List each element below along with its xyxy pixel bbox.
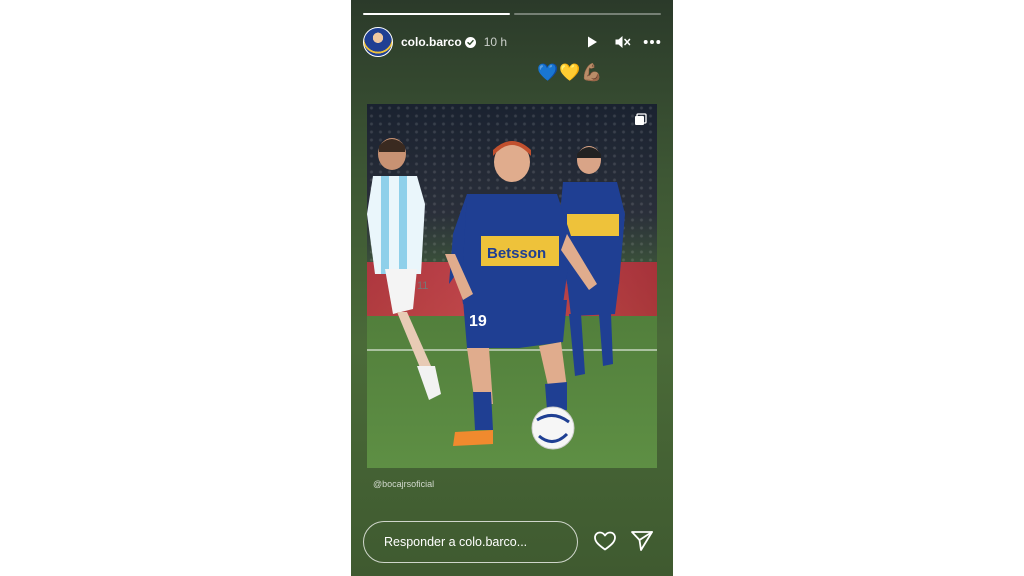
reply-input[interactable]: Responder a colo.barco... bbox=[363, 521, 578, 563]
send-icon[interactable] bbox=[629, 528, 655, 554]
photo-credit[interactable]: @bocajrsoficial bbox=[373, 479, 434, 489]
mute-icon[interactable] bbox=[613, 33, 631, 51]
multi-photo-icon bbox=[634, 113, 647, 131]
story-photo: 11 Betsson 19 bbox=[367, 104, 657, 468]
progress-segment-2 bbox=[514, 13, 661, 15]
opponent-player: 11 bbox=[367, 138, 441, 400]
players-illustration: 11 Betsson 19 bbox=[367, 138, 625, 450]
football bbox=[531, 406, 575, 450]
avatar[interactable] bbox=[363, 27, 393, 57]
story-viewer[interactable]: colo.barco 10 h 💙💛💪🏽 11 Betsson 19 @boca… bbox=[351, 0, 673, 576]
sponsor-text: Betsson bbox=[487, 245, 546, 262]
verified-icon bbox=[464, 36, 476, 48]
story-header: colo.barco 10 h bbox=[363, 27, 661, 57]
shirt-number: 19 bbox=[469, 313, 487, 330]
story-emoji-caption: 💙💛💪🏽 bbox=[537, 63, 604, 82]
progress-segment-1 bbox=[363, 13, 510, 15]
heart-icon[interactable] bbox=[592, 528, 618, 554]
opponent-number: 11 bbox=[417, 280, 428, 292]
play-icon[interactable] bbox=[583, 33, 601, 51]
story-progress-bar bbox=[363, 13, 661, 15]
reply-placeholder: Responder a colo.barco... bbox=[384, 535, 528, 549]
post-time: 10 h bbox=[483, 35, 508, 49]
more-icon[interactable] bbox=[643, 33, 661, 51]
username[interactable]: colo.barco bbox=[401, 35, 462, 49]
